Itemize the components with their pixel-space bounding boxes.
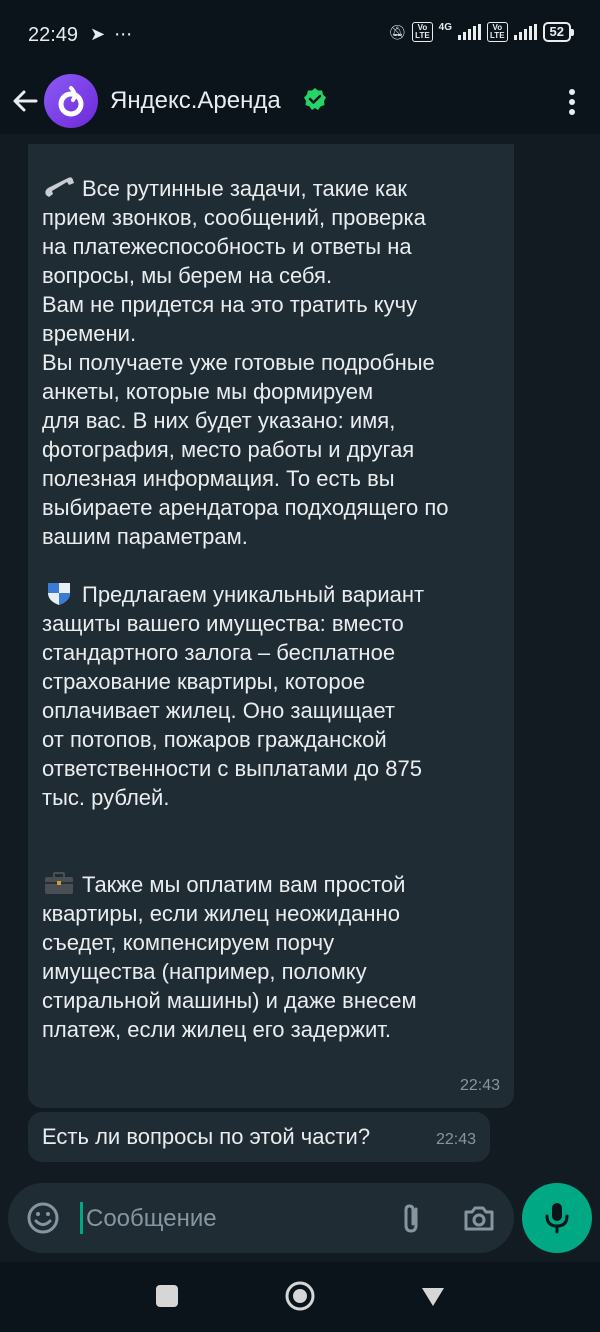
yandex-arenda-logo-icon (58, 86, 84, 117)
battery-level: 52 (542, 22, 571, 42)
signal-icon-2 (513, 24, 537, 40)
status-icons: 🔕︎ Vo LTE 4G Vo LTE 52 (388, 22, 574, 42)
avatar[interactable] (44, 74, 98, 128)
volte-icon: Vo LTE (412, 22, 433, 42)
text-cursor (80, 1202, 83, 1234)
back-arrow-icon[interactable] (10, 86, 40, 116)
verified-badge-icon (304, 88, 326, 110)
system-navigation-bar (0, 1262, 600, 1332)
message-bubble[interactable]: Все рутинные задачи, такие как прием зво… (28, 144, 514, 1108)
volte-icon-2: Vo LTE (487, 22, 508, 42)
chat-header: Яндекс.Аренда (0, 70, 600, 134)
briefcase-icon (45, 872, 73, 894)
message-time-question: 22:43 (435, 1131, 476, 1148)
home-icon[interactable] (284, 1280, 316, 1312)
battery-icon: 52 (542, 22, 574, 42)
microphone-icon (545, 1203, 569, 1234)
signal-icon (458, 24, 482, 40)
message-paragraph-3: Также мы оплатим вам простой квартиры, е… (42, 872, 417, 1042)
attach-icon[interactable] (394, 1201, 428, 1235)
network-label: 4G (438, 22, 453, 33)
message-input[interactable] (84, 1197, 388, 1241)
back-nav-icon[interactable] (420, 1286, 446, 1308)
camera-icon[interactable] (462, 1201, 496, 1235)
message-text-question: Есть ли вопросы по этой части? (42, 1124, 371, 1149)
message-time: 22:43 (459, 1077, 500, 1094)
phone-icon (45, 177, 74, 197)
message-paragraph-1: Все рутинные задачи, такие как прием зво… (42, 176, 449, 549)
status-bar: 22:49 ➤ ⋯ 🔕︎ Vo LTE 4G Vo LTE 52 (0, 0, 600, 70)
recent-apps-icon[interactable] (156, 1285, 178, 1307)
message-paragraph-2: Предлагаем уникальный вариант защиты ваш… (42, 582, 425, 810)
voice-message-button[interactable] (522, 1183, 592, 1253)
message-text: Все рутинные задачи, такие как прием зво… (42, 174, 504, 1044)
message-bubble-question[interactable]: Есть ли вопросы по этой части? 22:43 (28, 1112, 490, 1162)
more-options-icon[interactable] (568, 88, 576, 116)
mute-icon: 🔕︎ (388, 23, 407, 40)
shield-icon (48, 583, 70, 605)
status-time: 22:49 (28, 24, 79, 46)
chat-title[interactable]: Яндекс.Аренда (110, 87, 281, 115)
emoji-picker-icon[interactable] (26, 1201, 60, 1235)
message-composer (8, 1183, 514, 1253)
telegram-icon: ➤ ⋯ (90, 24, 135, 44)
